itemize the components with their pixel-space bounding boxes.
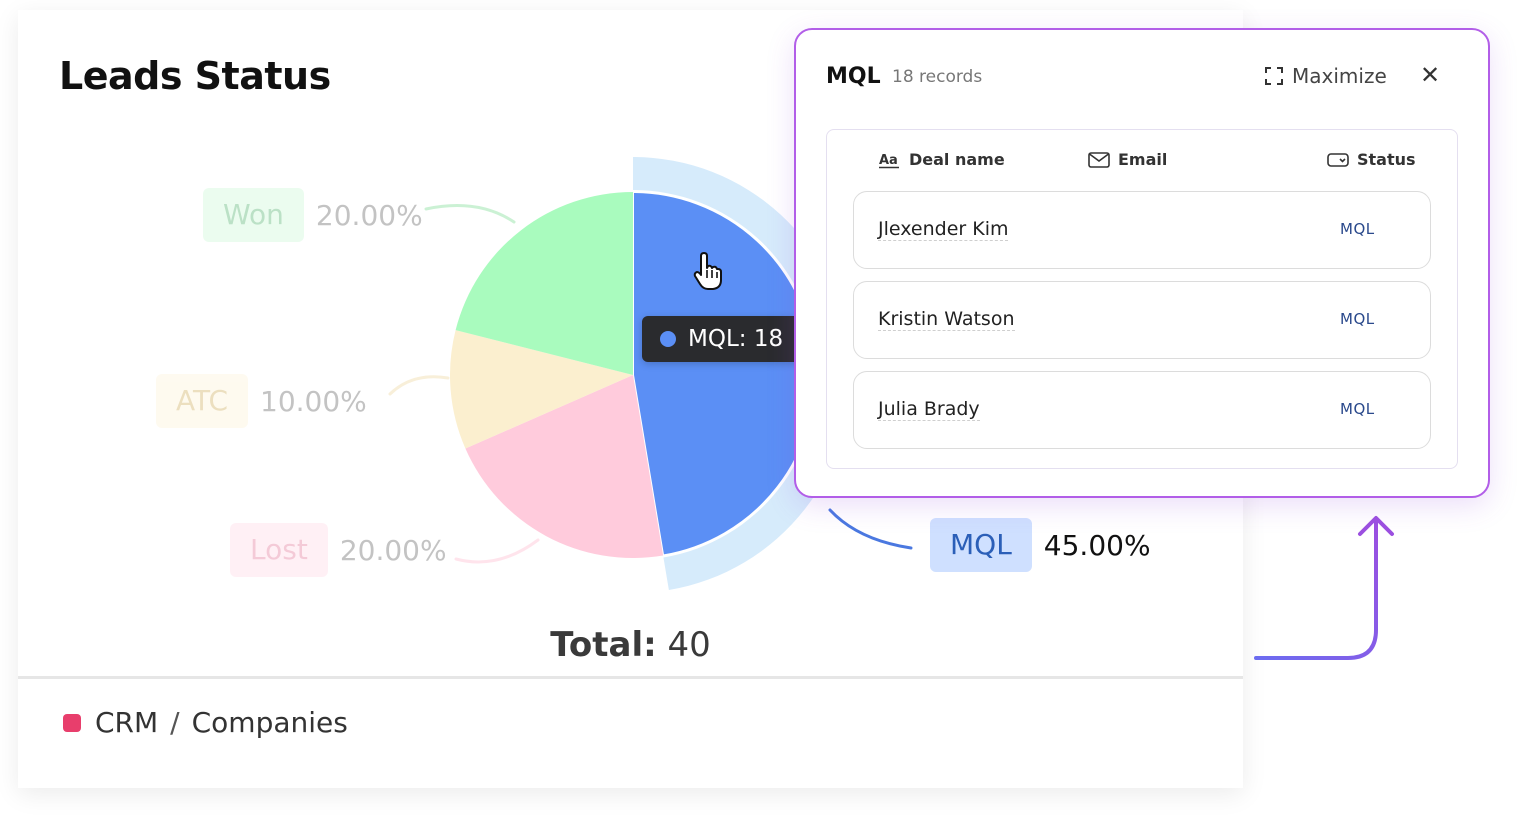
- legend-pct-atc: 10.00%: [260, 384, 367, 418]
- row-status: MQL: [1340, 220, 1375, 238]
- row-status: MQL: [1340, 400, 1375, 418]
- total-value: 40: [667, 625, 711, 665]
- row-deal-name: Kristin Watson: [878, 308, 1015, 331]
- col-deal-name-label: Deal name: [909, 150, 1005, 169]
- card-divider: [18, 676, 1243, 679]
- envelope-icon: [1088, 151, 1110, 169]
- status-toggle-icon: [1327, 152, 1349, 168]
- col-header-email[interactable]: Email: [1088, 150, 1167, 169]
- text-aa-icon: Aa: [879, 151, 901, 169]
- col-status-label: Status: [1357, 150, 1416, 169]
- crm-color-icon: [63, 713, 81, 732]
- close-icon[interactable]: ✕: [1420, 61, 1440, 89]
- maximize-button[interactable]: Maximize: [1264, 64, 1387, 88]
- row-status: MQL: [1340, 310, 1375, 328]
- legend-chip-mql: MQL: [930, 518, 1032, 572]
- connector-lost: [454, 538, 540, 564]
- legend-lost: Lost 20.00%: [230, 523, 447, 577]
- col-header-deal-name[interactable]: Aa Deal name: [879, 150, 1005, 169]
- legend-atc: ATC 10.00%: [156, 374, 367, 428]
- panel-record-count: 18 records: [892, 67, 983, 87]
- table-row[interactable]: Julia Brady MQL: [853, 371, 1431, 449]
- stage: Leads Status Won 20.00% ATC 10.00% Lost …: [0, 0, 1524, 819]
- records-table: Aa Deal name Email Status Jlexender Kim …: [826, 129, 1458, 469]
- maximize-label: Maximize: [1292, 64, 1387, 88]
- total-prefix: Total:: [550, 625, 657, 665]
- hand-pointer-icon: [693, 252, 722, 290]
- chart-tooltip: MQL: 18: [642, 316, 802, 362]
- legend-pct-mql: 45.00%: [1043, 528, 1151, 562]
- svg-text:Aa: Aa: [879, 153, 898, 168]
- connector-atc: [388, 375, 450, 396]
- col-header-status[interactable]: Status: [1327, 150, 1416, 169]
- table-row[interactable]: Kristin Watson MQL: [853, 281, 1431, 359]
- legend-chip-atc: ATC: [156, 374, 248, 428]
- legend-chip-won: Won: [203, 188, 304, 242]
- row-deal-name: Julia Brady: [878, 398, 980, 421]
- legend-chip-lost: Lost: [230, 523, 328, 577]
- arrow-up-icon: [1254, 516, 1394, 660]
- expand-icon: [1265, 67, 1283, 85]
- mql-records-panel: MQL 18 records Maximize ✕ Aa Deal name E…: [794, 28, 1490, 498]
- legend-pct-lost: 20.00%: [339, 533, 447, 567]
- tooltip-dot-icon: [660, 331, 676, 347]
- breadcrumb-crm[interactable]: CRM: [95, 706, 158, 739]
- breadcrumb-companies[interactable]: Companies: [192, 706, 348, 739]
- tooltip-text: MQL: 18: [688, 326, 784, 352]
- connector-mql: [828, 508, 913, 550]
- row-deal-name: Jlexender Kim: [878, 218, 1009, 241]
- panel-title: MQL: [826, 64, 881, 89]
- legend-mql: MQL 45.00%: [930, 518, 1151, 572]
- table-row[interactable]: Jlexender Kim MQL: [853, 191, 1431, 269]
- col-email-label: Email: [1118, 150, 1168, 169]
- legend-pct-won: 20.00%: [315, 198, 423, 232]
- total-label: Total: 40: [18, 625, 1243, 665]
- breadcrumb-separator: /: [170, 706, 180, 739]
- connector-won: [424, 204, 516, 224]
- legend-won: Won 20.00%: [203, 188, 423, 242]
- breadcrumb: CRM / Companies: [63, 706, 348, 739]
